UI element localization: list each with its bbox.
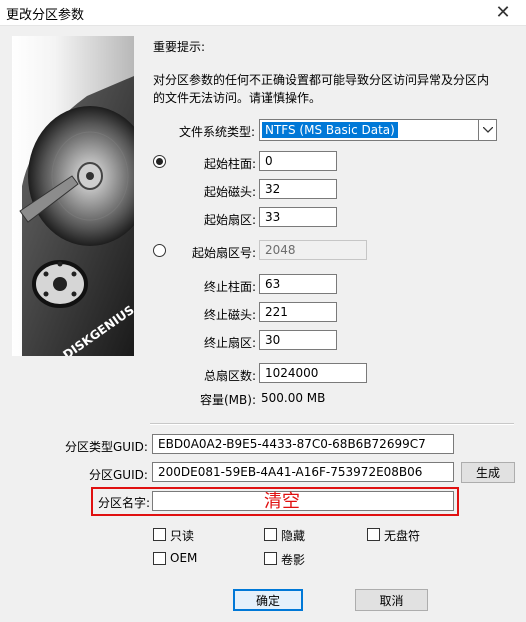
fs-type-select[interactable]: NTFS (MS Basic Data) bbox=[259, 119, 497, 141]
oem-checkbox[interactable] bbox=[153, 552, 166, 565]
warning-heading: 重要提示: bbox=[153, 40, 206, 54]
part-guid-input[interactable]: 200DE081-59EB-4A41-A16F-753972E08B06 bbox=[152, 462, 454, 482]
type-guid-label: 分区类型GUID: bbox=[65, 440, 148, 454]
hidden-checkbox[interactable] bbox=[264, 528, 277, 541]
warning-line-2: 的文件无法访问。请谨慎操作。 bbox=[153, 91, 322, 105]
end-sector-input[interactable]: 30 bbox=[259, 330, 337, 350]
no-drive-letter-label: 无盘符 bbox=[384, 529, 421, 543]
shadow-checkbox[interactable] bbox=[264, 552, 277, 565]
fs-type-label: 文件系统类型: bbox=[179, 125, 256, 139]
close-icon: ✕ bbox=[495, 2, 511, 23]
close-button[interactable]: ✕ bbox=[480, 0, 526, 25]
cancel-button[interactable]: 取消 bbox=[355, 589, 428, 611]
end-cylinder-label: 终止柱面: bbox=[204, 280, 257, 294]
window-title: 更改分区参数 bbox=[6, 8, 85, 23]
separator bbox=[150, 423, 514, 425]
fs-type-value: NTFS (MS Basic Data) bbox=[262, 122, 398, 138]
oem-label: OEM bbox=[170, 551, 198, 565]
no-drive-letter-checkbox[interactable] bbox=[367, 528, 380, 541]
readonly-checkbox[interactable] bbox=[153, 528, 166, 541]
start-cylinder-label: 起始柱面: bbox=[204, 157, 257, 171]
type-guid-input[interactable]: EBD0A0A2-B9E5-4433-87C0-68B6B72699C7 bbox=[152, 434, 454, 454]
start-sector-input[interactable]: 33 bbox=[259, 207, 337, 227]
end-cylinder-input[interactable]: 63 bbox=[259, 274, 337, 294]
capacity-value: 500.00 MB bbox=[261, 391, 326, 405]
start-lba-input[interactable]: 2048 bbox=[259, 240, 367, 260]
hard-disk-image: DISKGENIUS bbox=[19, 76, 134, 356]
disk-illustration: DISKGENIUS bbox=[12, 36, 134, 356]
start-sector-label: 起始扇区: bbox=[204, 213, 257, 227]
part-guid-label: 分区GUID: bbox=[89, 468, 148, 482]
partition-name-label: 分区名字: bbox=[98, 496, 151, 510]
ok-button[interactable]: 确定 bbox=[233, 589, 303, 611]
hidden-label: 隐藏 bbox=[281, 529, 306, 543]
start-lba-label: 起始扇区号: bbox=[192, 246, 257, 260]
end-head-input[interactable]: 221 bbox=[259, 302, 337, 322]
end-sector-label: 终止扇区: bbox=[204, 336, 257, 350]
start-head-input[interactable]: 32 bbox=[259, 179, 337, 199]
start-cylinder-input[interactable]: 0 bbox=[259, 151, 337, 171]
title-bar: 更改分区参数 ✕ bbox=[0, 0, 526, 26]
end-head-label: 终止磁头: bbox=[204, 308, 257, 322]
chevron-down-icon[interactable] bbox=[478, 120, 496, 140]
warning-line-1: 对分区参数的任何不正确设置都可能导致分区访问异常及分区内 bbox=[153, 73, 490, 87]
partition-name-input[interactable] bbox=[152, 491, 454, 511]
start-head-label: 起始磁头: bbox=[204, 185, 257, 199]
generate-guid-button[interactable]: 生成 bbox=[461, 462, 515, 483]
start-lba-radio[interactable] bbox=[153, 244, 166, 257]
total-sectors-label: 总扇区数: bbox=[204, 369, 257, 383]
clear-annotation: 清空 bbox=[264, 491, 300, 512]
shadow-label: 卷影 bbox=[281, 553, 306, 567]
readonly-label: 只读 bbox=[170, 529, 195, 543]
capacity-label: 容量(MB): bbox=[200, 393, 256, 407]
start-chs-radio[interactable] bbox=[153, 155, 166, 168]
total-sectors-input[interactable]: 1024000 bbox=[259, 363, 367, 383]
